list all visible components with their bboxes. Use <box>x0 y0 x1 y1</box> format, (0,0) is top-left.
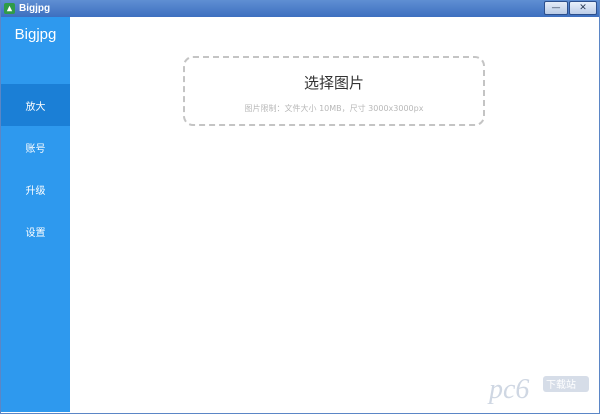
title-bar[interactable]: Bigjpg — ✕ <box>1 0 599 17</box>
main-content: 选择图片 图片限制：文件大小 10MB，尺寸 3000x3000px pc6 下… <box>70 17 599 412</box>
close-button[interactable]: ✕ <box>569 1 597 15</box>
sidebar-item-settings[interactable]: 设置 <box>1 210 70 252</box>
sidebar-item-label: 账号 <box>25 143 46 155</box>
pc6-watermark-logo: pc6 下载站 <box>487 374 589 405</box>
sidebar-item-label: 升级 <box>25 185 46 197</box>
window-title: Bigjpg <box>19 3 51 14</box>
sidebar-item-account[interactable]: 账号 <box>1 126 70 168</box>
svg-text:pc6: pc6 <box>487 374 529 405</box>
sidebar-item-upgrade[interactable]: 升级 <box>1 168 70 210</box>
app-window: Bigjpg — ✕ Bigjpg 放大 账号 升级 设置 选择图片 图片限制：… <box>0 0 600 414</box>
minimize-button[interactable]: — <box>544 1 568 15</box>
dropzone-title: 选择图片 <box>303 74 364 92</box>
dropzone-hint: 图片限制：文件大小 10MB，尺寸 3000x3000px <box>244 104 424 113</box>
window-controls: — ✕ <box>544 1 597 15</box>
sidebar: Bigjpg 放大 账号 升级 设置 <box>1 17 70 412</box>
sidebar-item-label: 设置 <box>25 227 46 239</box>
svg-text:下载站: 下载站 <box>546 378 576 391</box>
image-select-dropzone[interactable]: 选择图片 图片限制：文件大小 10MB，尺寸 3000x3000px <box>183 56 485 126</box>
sidebar-item-label: 放大 <box>25 101 46 113</box>
sidebar-item-enlarge[interactable]: 放大 <box>1 84 70 126</box>
app-logo-icon <box>4 3 15 14</box>
brand-logo: Bigjpg <box>14 26 57 43</box>
